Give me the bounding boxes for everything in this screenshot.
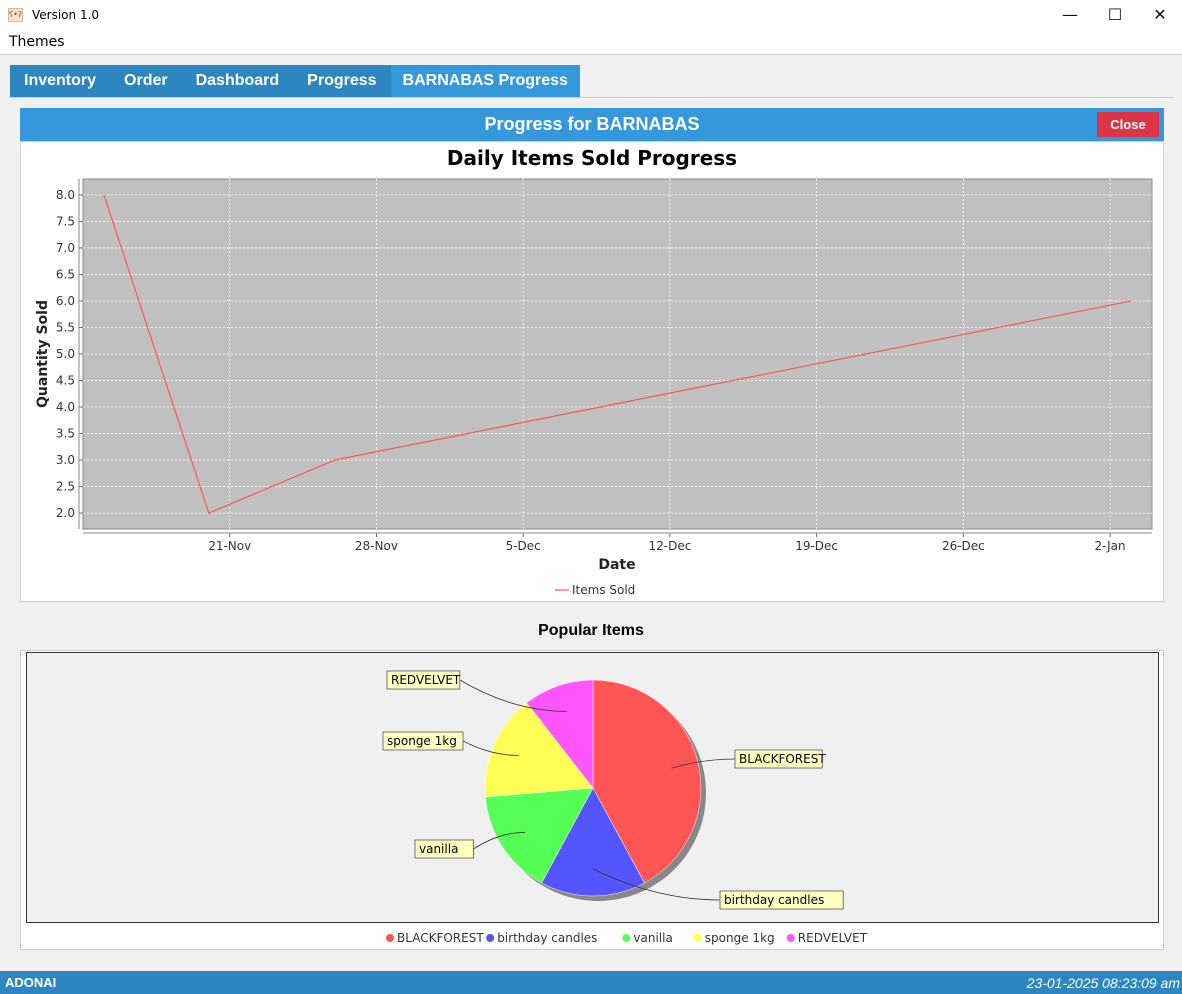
legend-label: BLACKFOREST [397, 931, 484, 945]
y-tick-label: 7.0 [56, 241, 75, 255]
y-tick-label: 4.5 [56, 374, 75, 388]
close-button[interactable]: Close [1097, 112, 1159, 137]
tab-barnabas-progress[interactable]: BARNABAS Progress [390, 65, 580, 97]
window-close-button[interactable]: ✕ [1137, 0, 1182, 31]
maximize-button[interactable]: ☐ [1092, 0, 1138, 31]
status-bar: ADONAI 23-01-2025 08:23:09 am [0, 971, 1182, 994]
legend-label: sponge 1kg [705, 931, 775, 945]
y-tick-label: 6.5 [56, 267, 75, 281]
legend-label: Items Sold [572, 583, 635, 597]
window-title: Version 1.0 [32, 8, 100, 22]
pie-label: sponge 1kg [387, 734, 457, 748]
pie-label: birthday candles [724, 893, 824, 907]
tab-order[interactable]: Order [110, 65, 182, 97]
legend-label: vanilla [633, 931, 672, 945]
pie-label: BLACKFOREST [739, 752, 826, 766]
tab-bar: Inventory Order Dashboard Progress BARNA… [10, 65, 580, 97]
y-tick-label: 4.0 [56, 400, 75, 414]
tab-dashboard[interactable]: Dashboard [182, 65, 294, 97]
line-chart: Daily Items Sold Progress 2.0 2.5 3.0 3.5 4.0… [35, 146, 1153, 597]
y-tick-label: 2.0 [56, 506, 75, 520]
y-tick-label: 6.0 [56, 294, 75, 308]
legend-swatch [786, 934, 795, 942]
y-tick-label: 2.5 [56, 480, 75, 494]
y-tick-label: 5.5 [56, 320, 75, 334]
pie-chart: BLACKFOREST birthday candles vanilla sponge… [382, 670, 844, 910]
pie-label: vanilla [419, 842, 458, 856]
pie-chart-title: Popular Items [538, 622, 644, 639]
y-tick-label: 3.0 [56, 453, 75, 467]
panel-title: Progress for BARNABAS [484, 114, 700, 134]
panel-header: Progress for BARNABAS Close [20, 108, 1164, 141]
legend-swatch [693, 934, 702, 942]
legend-label: birthday candles [497, 931, 597, 945]
status-datetime: 23-01-2025 08:23:09 am [1026, 975, 1180, 991]
legend-swatch [486, 934, 495, 942]
legend-swatch [386, 934, 394, 942]
tab-progress[interactable]: Progress [293, 65, 390, 97]
minimize-button[interactable]: — [1047, 0, 1093, 31]
app-icon: ʕ•ʔ [8, 8, 23, 22]
status-user: ADONAI [5, 975, 57, 990]
y-tick-label: 7.5 [56, 214, 75, 228]
x-axis-label: Date [598, 557, 635, 573]
y-axis-label: Quantity Sold [35, 300, 51, 408]
y-tick-label: 3.5 [56, 427, 75, 441]
x-tick-label: 26-Dec [942, 539, 985, 553]
tab-divider [10, 97, 1174, 98]
y-tick-label: 5.0 [56, 347, 75, 361]
legend-label: REDVELVET [798, 931, 868, 945]
window-title-bar: ʕ•ʔ Version 1.0 — ☐ ✕ [0, 0, 1182, 31]
x-tick-label: 21-Nov [208, 539, 251, 553]
x-tick-label: 19-Dec [795, 539, 838, 553]
x-tick-label: 12-Dec [648, 539, 691, 553]
legend-swatch [622, 934, 631, 942]
x-tick-label: 2-Jan [1095, 539, 1126, 553]
x-tick-label: 28-Nov [355, 539, 398, 553]
menu-themes[interactable]: Themes [9, 34, 65, 50]
tab-inventory[interactable]: Inventory [10, 65, 110, 97]
pie-legend: BLACKFOREST birthday candles vanilla sponge… [386, 931, 868, 945]
menu-bar: Themes [0, 31, 1182, 55]
y-tick-label: 8.0 [56, 188, 75, 202]
chart-title: Daily Items Sold Progress [447, 146, 737, 170]
line-chart-panel: Daily Items Sold Progress 2.0 2.5 3.0 3.5 4.0… [20, 141, 1164, 602]
x-tick-label: 5-Dec [506, 539, 541, 553]
pie-plot-area: BLACKFOREST birthday candles vanilla sponge… [26, 652, 1159, 923]
pie-label: REDVELVET [391, 673, 461, 687]
